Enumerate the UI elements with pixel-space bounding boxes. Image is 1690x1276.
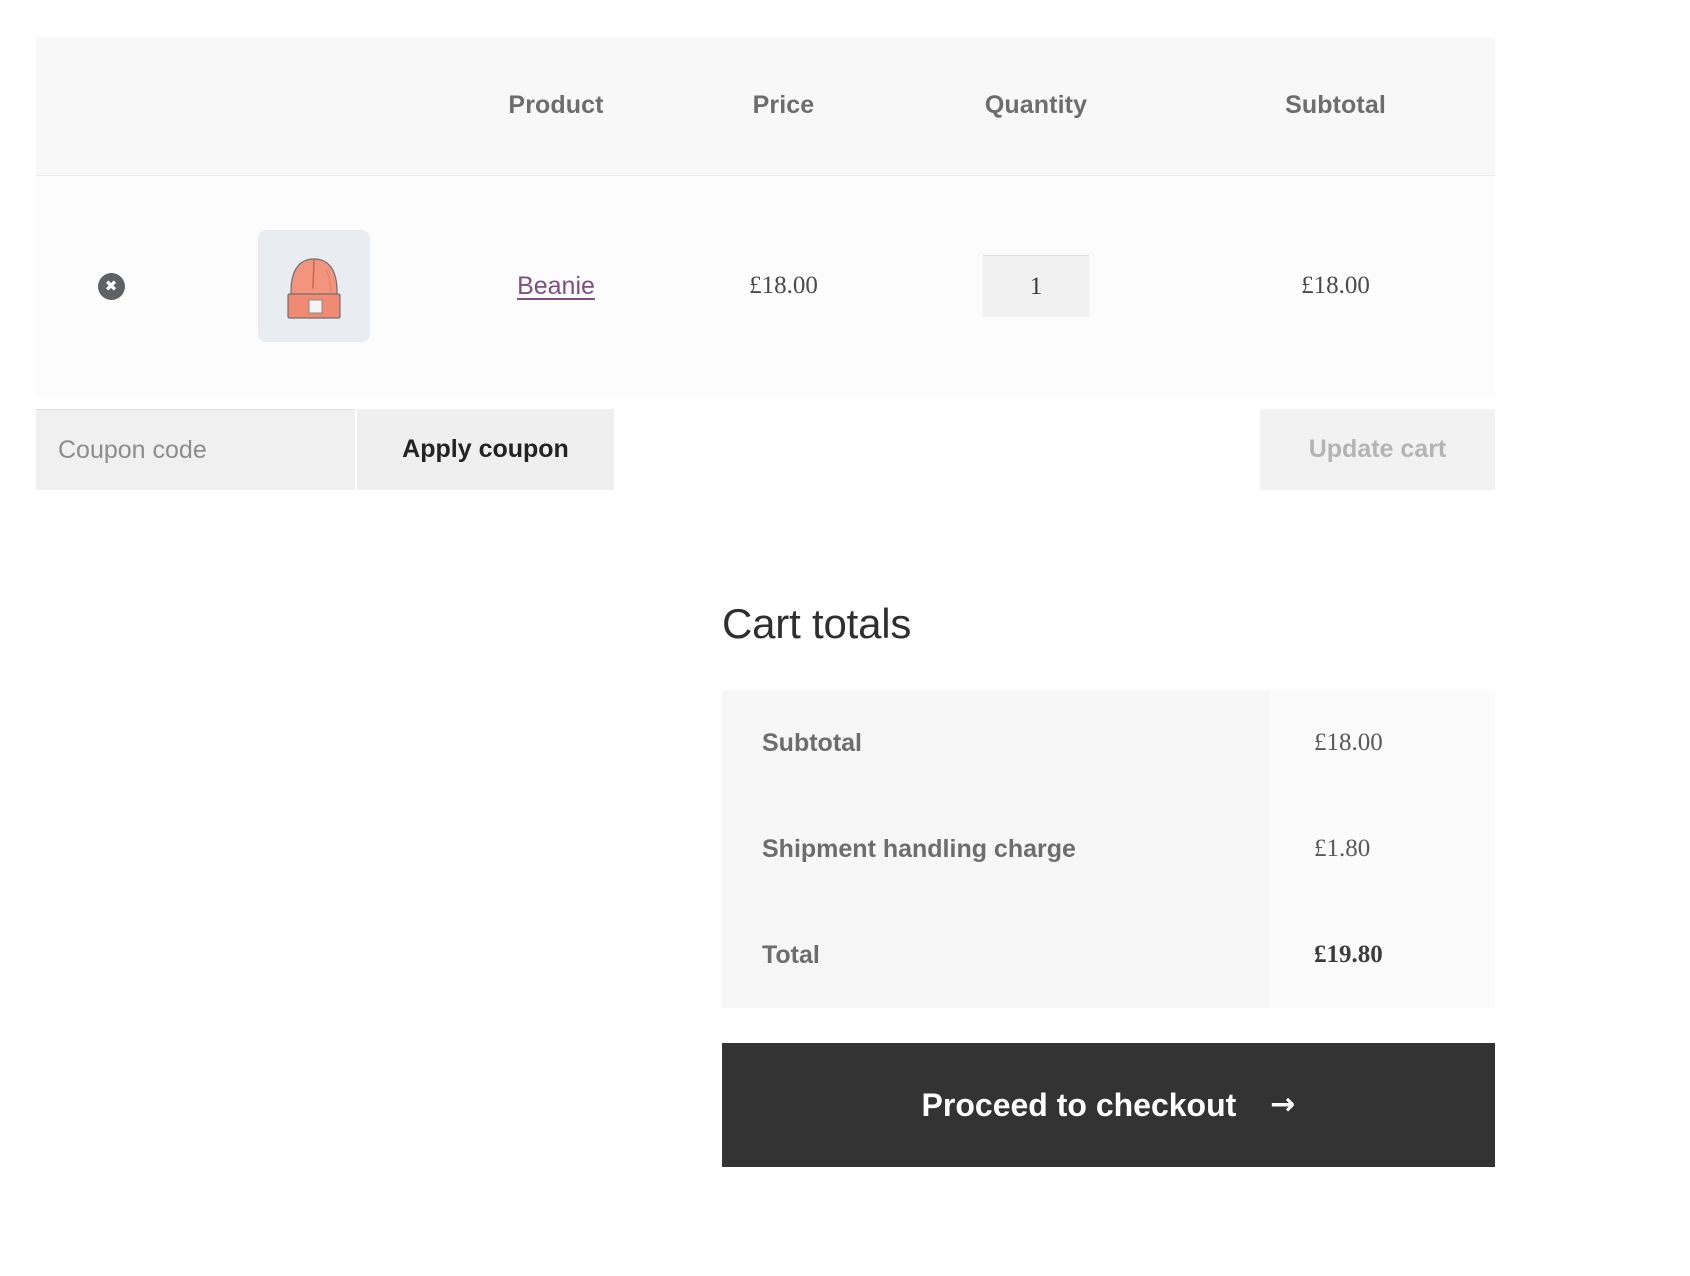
totals-label-total: Total [722,902,1270,1008]
cart-items-table: Product Price Quantity Subtotal ✖ Beanie… [36,37,1495,397]
coupon-code-input[interactable]: Coupon code [36,409,355,490]
cart-page: Product Price Quantity Subtotal ✖ Beanie… [0,0,1690,1276]
actions-spacer [614,409,1260,490]
checkout-button-label: Proceed to checkout [921,1086,1237,1123]
totals-label-subtotal: Subtotal [722,690,1270,796]
cart-totals-title: Cart totals [722,600,912,647]
arrow-right-icon: → [1270,1087,1296,1122]
proceed-to-checkout-button[interactable]: Proceed to checkout → [722,1043,1495,1167]
cart-totals-section: Cart totals Subtotal £18.00 Shipment han… [722,600,1495,1008]
totals-row-shipping: Shipment handling charge £1.80 [722,796,1495,902]
totals-row-total: Total £19.80 [722,902,1495,1008]
table-row: ✖ Beanie £18.00 1 £18.00 [36,175,1495,397]
header-product: Product [508,91,604,120]
totals-value-shipping: £1.80 [1270,796,1495,902]
cart-header-row: Product Price Quantity Subtotal [36,37,1495,175]
quantity-cell: 1 [896,175,1176,397]
product-thumbnail[interactable] [257,230,370,343]
totals-value-subtotal: £18.00 [1270,690,1495,796]
cart-totals-table: Subtotal £18.00 Shipment handling charge… [722,690,1495,1008]
remove-item-icon[interactable]: ✖ [97,272,125,300]
product-subtotal: £18.00 [1301,272,1370,300]
header-quantity: Quantity [984,91,1088,120]
quantity-input[interactable]: 1 [983,255,1089,318]
cart-table-header: Product Price Quantity Subtotal [36,37,1495,175]
header-remove [36,37,186,175]
product-name-link[interactable]: Beanie [517,272,595,300]
product-price: £18.00 [749,272,818,300]
update-cart-button[interactable]: Update cart [1260,409,1495,490]
totals-row-subtotal: Subtotal £18.00 [722,690,1495,796]
remove-cell: ✖ [36,175,186,397]
apply-coupon-button[interactable]: Apply coupon [357,409,614,490]
totals-label-shipping: Shipment handling charge [722,796,1270,902]
beanie-icon [286,258,341,319]
header-thumbnail [186,37,441,175]
cart-actions-row: Coupon code Apply coupon Update cart [36,409,1495,490]
thumbnail-cell [186,175,441,397]
product-name-cell: Beanie [441,175,671,397]
totals-value-total: £19.80 [1270,902,1495,1008]
header-price: Price [752,91,815,120]
header-subtotal: Subtotal [1285,91,1386,120]
cart-table-body: ✖ Beanie £18.00 1 £18.00 [36,175,1495,397]
